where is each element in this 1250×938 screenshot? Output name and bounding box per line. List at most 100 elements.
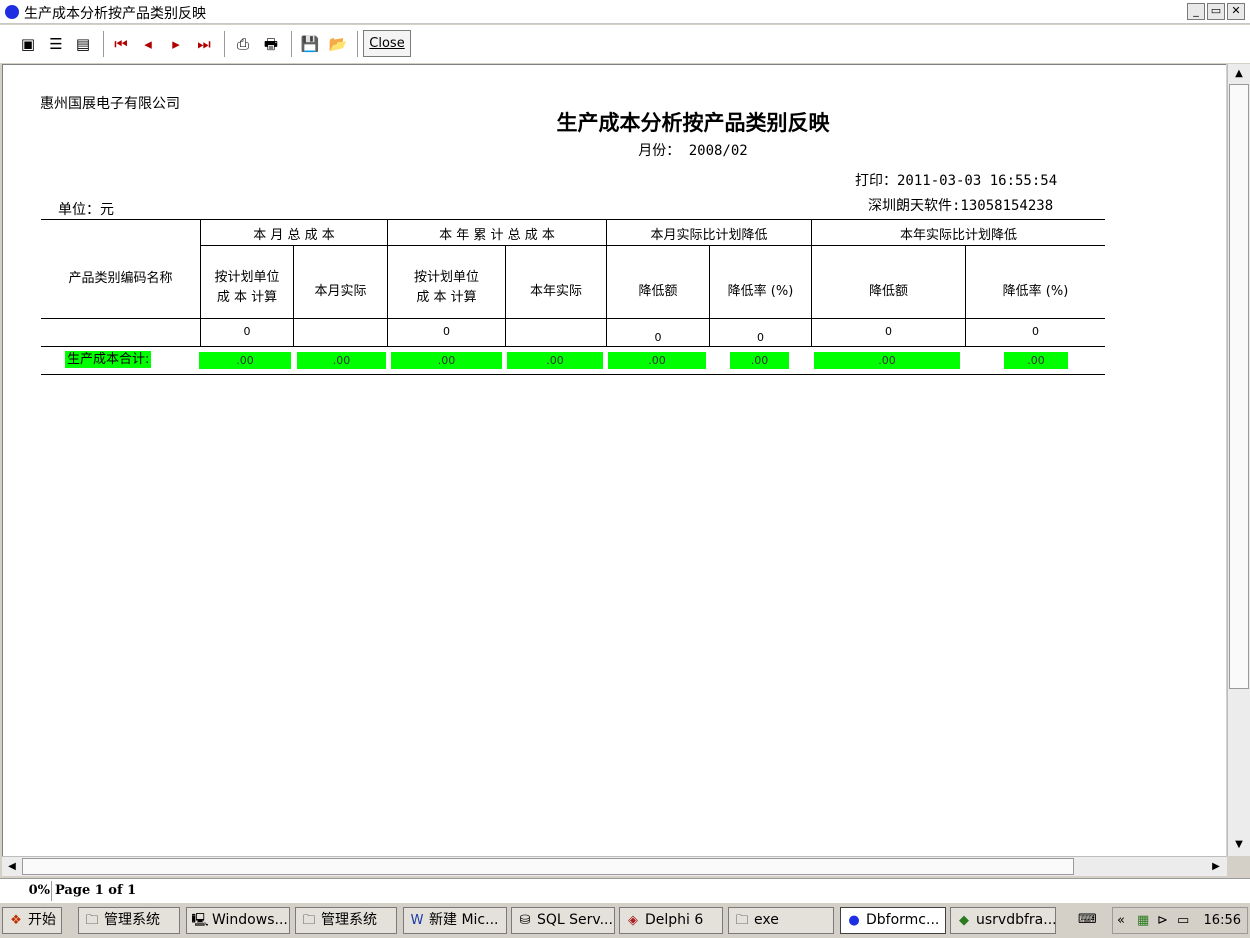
task-item[interactable]: ⛁ SQL Serv... [511,907,615,934]
windows-logo-icon: ❖ [10,913,22,928]
task-label: Dbformc... [866,912,940,928]
zoom-percent: 0% [28,883,50,898]
total-cell: .00 [1004,352,1068,369]
open-folder-icon[interactable]: 📂 [327,33,349,55]
page-width-icon[interactable]: ☰ [45,33,67,55]
header-product-category: 产品类别编码名称 [68,271,173,286]
report-title: 生产成本分析按产品类别反映 [556,111,830,135]
toolbar: ▣ ☰ ▤ ⏮ ◂ ▸ ⏭ ⎙ 🖶 💾 📂 Close [0,25,1250,63]
last-page-icon[interactable]: ⏭ [193,33,215,55]
prev-page-icon[interactable]: ◂ [137,33,159,55]
header-year-reduce-amount: 降低额 [868,284,908,299]
vertical-scrollbar[interactable]: ▲ ▼ [1227,64,1250,856]
header-month-total-cost: 本 月 总 成 本 [253,228,335,243]
word-document-icon: W [410,913,424,928]
header-line: 成 本 计算 [416,290,477,305]
header-month-reduction: 本月实际比计划降低 [650,228,768,243]
total-label: 生产成本合计: [65,351,152,368]
app-dot-icon: ● [848,913,860,928]
minimize-button[interactable]: _ [1187,3,1205,20]
report-preview: 惠州国展电子有限公司 生产成本分析按产品类别反映 月份： 2008/02 打印：… [2,64,1226,856]
tray-expand-icon[interactable]: « [1117,908,1125,933]
toolbar-separator [357,31,358,57]
first-page-icon[interactable]: ⏮ [110,33,132,55]
task-label: 新建 Mic... [429,912,499,928]
task-label: usrvdbfra... [976,912,1056,928]
start-label: 开始 [28,912,56,928]
title-bar: 生产成本分析按产品类别反映 _ ▭ ✕ [0,0,1250,24]
status-separator [51,881,52,901]
horizontal-scroll-thumb[interactable] [22,858,1074,875]
company-name: 惠州国展电子有限公司 [40,96,180,112]
system-tray: « ▦ ⊳ ▭ 16:56 [1112,907,1248,934]
close-window-button[interactable]: ✕ [1227,3,1245,20]
print-icon[interactable]: 🖶 [260,33,282,55]
folder-icon: 🗀 [735,913,749,928]
total-cell: .00 [730,352,789,369]
whole-page-icon[interactable]: ▣ [17,33,39,55]
app-icon: ◆ [959,913,969,928]
printer-setup-icon[interactable]: ⎙ [232,33,254,55]
toolbar-separator [291,31,292,57]
software-vendor: 深圳朗天软件:13058154238 [868,198,1054,214]
task-item-active[interactable]: ● Dbformc... [840,907,946,934]
total-cell: .00 [608,352,706,369]
currency-unit: 单位：元 [58,202,114,218]
task-label: exe [754,912,779,928]
media-icon[interactable]: ⊳ [1157,908,1168,933]
table-bottom-rule [41,374,1105,375]
toolbar-separator [103,31,104,57]
task-item[interactable]: ◈ Delphi 6 [619,907,723,934]
scroll-left-icon[interactable]: ◀ [3,858,21,876]
total-cell: .00 [814,352,960,369]
cell-year-reduce-rate: 0 [1032,325,1039,338]
clock: 16:56 [1203,913,1241,928]
status-bar: 0% Page 1 of 1 [0,878,1250,902]
computer-icon: 🖳 [191,913,209,928]
restore-button[interactable]: ▭ [1207,3,1225,20]
taskbar: ❖ 开始 🗀 管理系统 🖳 Windows... 🗀 管理系统 W 新建 Mic... ⛁… [0,902,1250,938]
page-indicator: Page 1 of 1 [55,883,137,898]
task-item[interactable]: 🗀 管理系统 [78,907,180,934]
folder-icon: 🗀 [85,913,99,928]
network-icon[interactable]: ▦ [1137,908,1149,933]
vertical-scroll-thumb[interactable] [1229,84,1249,689]
cell-reduce-amount: 0 [654,331,662,344]
header-year-actual: 本年实际 [529,284,582,299]
cell-year-reduce-amount: 0 [885,325,892,338]
header-reduce-amount: 降低额 [638,284,678,299]
task-label: Windows... [212,912,288,928]
header-month-actual: 本月实际 [314,284,367,299]
start-button[interactable]: ❖ 开始 [2,907,62,934]
header-year-reduce-rate: 降低率 (%) [1002,284,1069,299]
group-header-rule [200,245,1105,246]
delphi-icon: ◈ [628,913,638,928]
folder-icon: 🗀 [302,913,316,928]
save-icon[interactable]: 💾 [299,33,321,55]
task-item[interactable]: 🖳 Windows... [186,907,290,934]
scroll-down-icon[interactable]: ▼ [1230,836,1248,854]
horizontal-scrollbar[interactable]: ◀ ▶ [2,856,1227,876]
header-year-total-cost: 本 年 累 计 总 成 本 [439,228,555,243]
database-server-icon: ⛁ [519,913,531,928]
close-button[interactable]: Close [363,30,411,57]
total-cell: .00 [391,352,502,369]
scroll-up-icon[interactable]: ▲ [1230,65,1248,83]
toolbar-separator [224,31,225,57]
monitor-icon[interactable]: ▭ [1177,908,1189,933]
keyboard-icon[interactable]: ⌨ [1078,912,1097,927]
next-page-icon[interactable]: ▸ [165,33,187,55]
scroll-right-icon[interactable]: ▶ [1207,858,1225,876]
cell-reduce-rate: 0 [757,331,764,344]
zoom-100-icon[interactable]: ▤ [72,33,94,55]
task-item[interactable]: ◆ usrvdbfra... [950,907,1056,934]
task-item[interactable]: W 新建 Mic... [403,907,507,934]
report-month: 月份： 2008/02 [638,143,748,159]
task-item[interactable]: 🗀 exe [728,907,834,934]
task-label: 管理系统 [104,912,160,928]
app-icon [5,5,19,19]
cell-year-plan: 0 [443,325,450,338]
task-label: Delphi 6 [645,912,704,928]
task-item[interactable]: 🗀 管理系统 [295,907,397,934]
header-year-plan-cost: 按计划单位 成 本 计算 [388,268,505,308]
